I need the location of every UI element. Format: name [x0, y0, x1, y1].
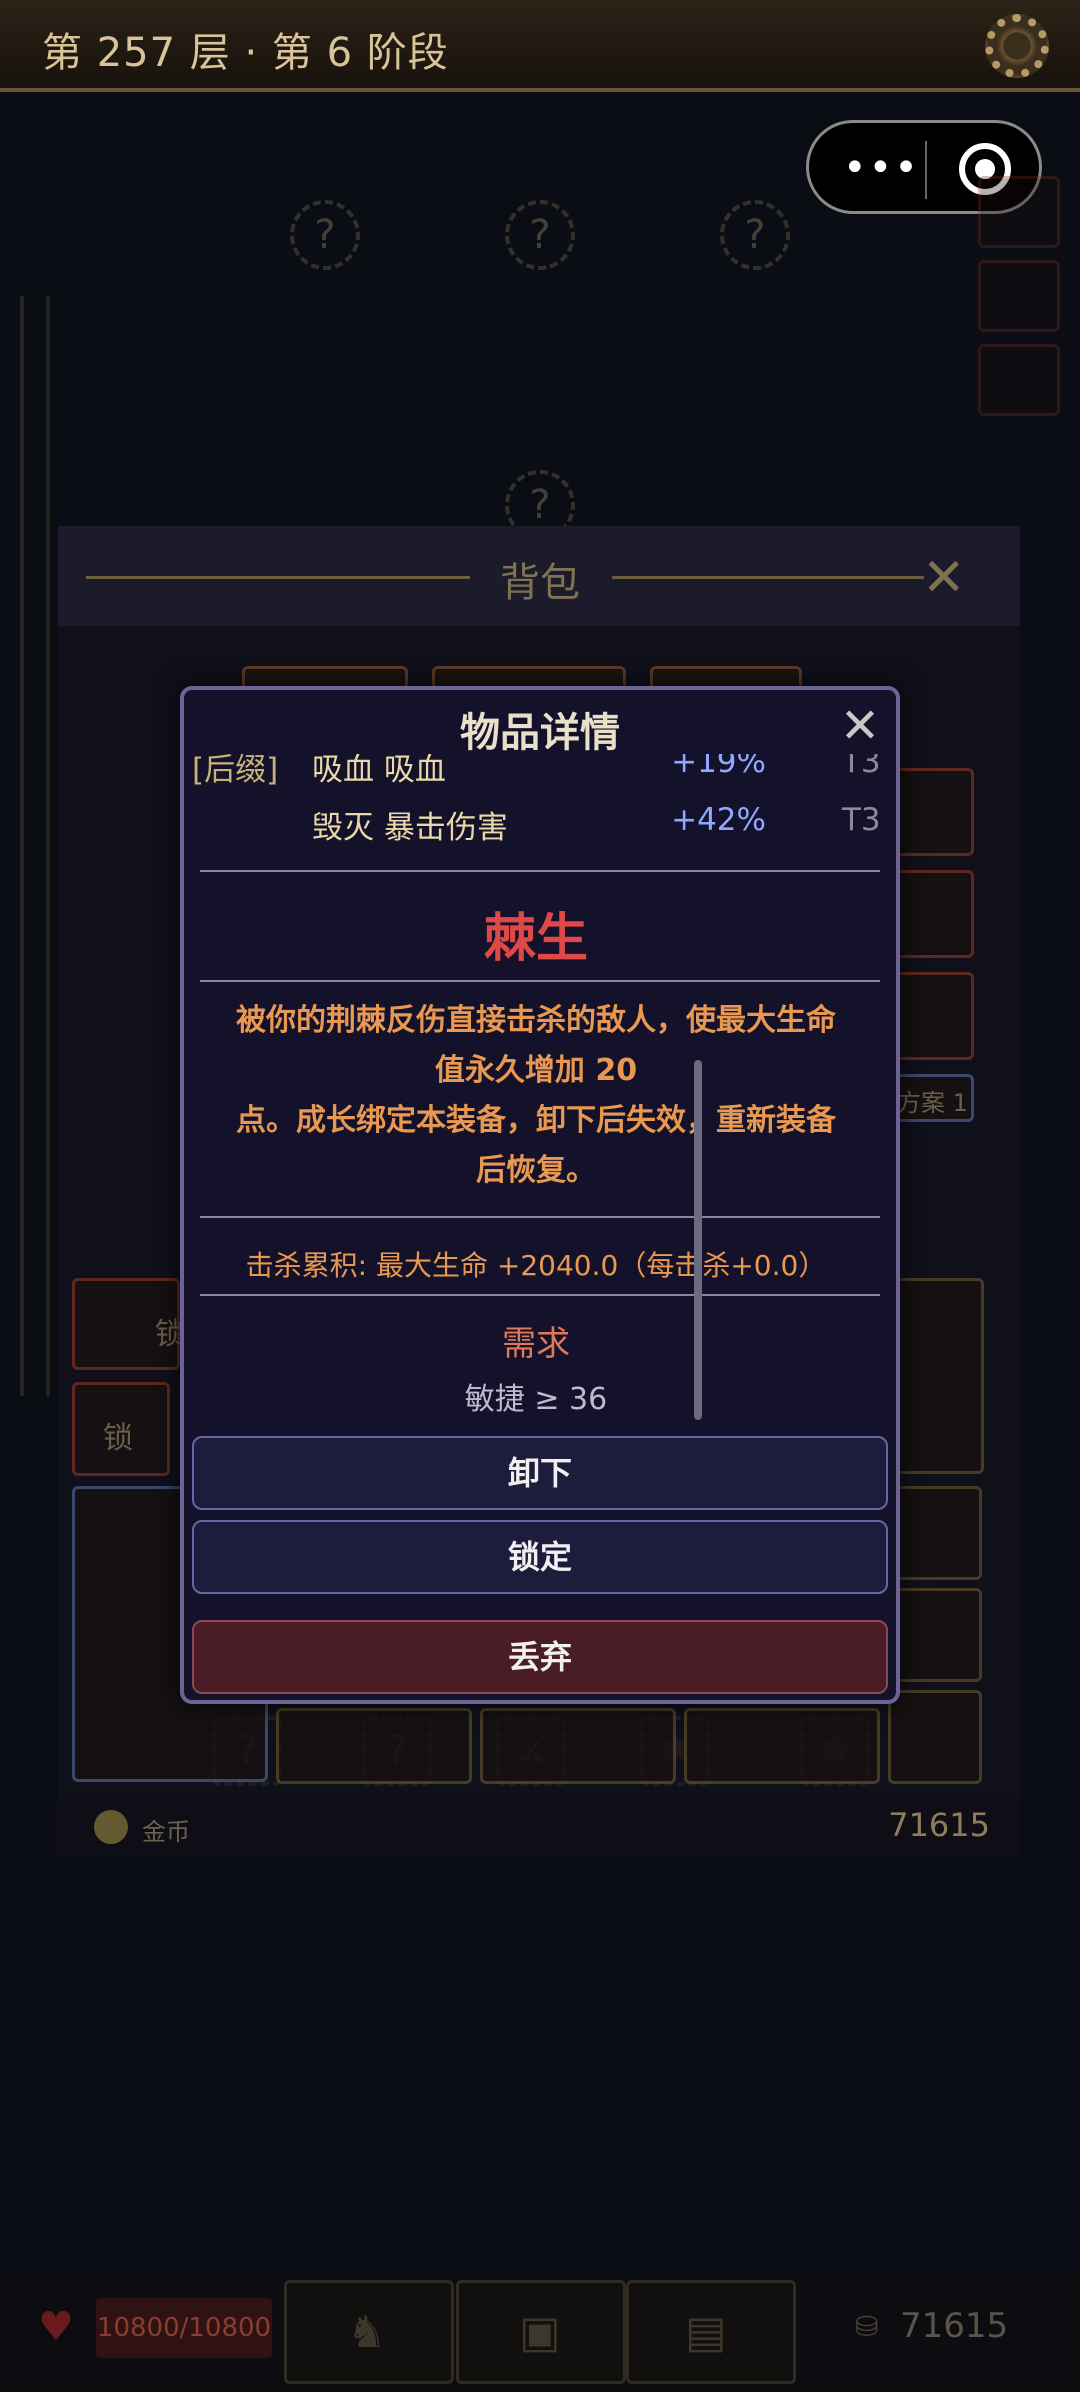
side-slot	[978, 344, 1060, 416]
gold-amount: 71615	[900, 2306, 1009, 2346]
unique-effect-name: 棘生	[483, 909, 588, 969]
character-icon: ♞	[347, 2307, 387, 2358]
currency-amount: 71615	[888, 1806, 990, 1844]
plan-tab[interactable]: 方案 1	[894, 1074, 974, 1122]
unknown-node-icon: ?	[505, 200, 575, 270]
modal-close-icon[interactable]: ✕	[830, 696, 890, 756]
helmet-slot[interactable]	[894, 1278, 984, 1474]
backpack-close-icon[interactable]: ✕	[922, 548, 966, 608]
inventory-slot[interactable]	[894, 768, 974, 856]
side-slot	[978, 260, 1060, 332]
equipment-slot[interactable]	[684, 1708, 880, 1784]
item-detail-scroll[interactable]: [后缀] 吸血 吸血 +19% T3 毁灭 暴击伤害 +42% T3 棘生 被你…	[192, 754, 880, 1478]
affix-tier: T3	[842, 754, 880, 780]
settings-gear-icon[interactable]	[985, 14, 1049, 78]
amulet-slot[interactable]	[888, 1690, 982, 1784]
divider	[200, 870, 880, 872]
inventory-slot[interactable]	[894, 870, 974, 958]
header-divider	[86, 576, 470, 579]
lock-label: 锁	[103, 1421, 133, 1456]
unique-description-line: 被你的荆棘反伤直接击杀的敌人，使最大生命	[236, 1003, 836, 1038]
unknown-node-icon: ?	[720, 200, 790, 270]
unknown-node-icon: ?	[290, 200, 360, 270]
affix-tag: [后缀]	[192, 754, 279, 788]
divider	[200, 980, 880, 982]
plan-label: 方案 1	[897, 1089, 968, 1117]
affix-name: 吸血 吸血	[312, 754, 446, 788]
scrollbar-track	[878, 754, 886, 1476]
equipment-slot[interactable]: 锁	[72, 1278, 185, 1370]
coin-icon	[94, 1810, 128, 1844]
affix-value: +19%	[671, 754, 766, 780]
affix-tier: T3	[842, 802, 880, 838]
ring-slot[interactable]	[888, 1486, 982, 1580]
affix-name: 毁灭 暴击伤害	[312, 810, 508, 846]
currency-label: 金币	[142, 1818, 190, 1846]
unique-description-line: 点。成长绑定本装备，卸下后失效，重新装备	[236, 1103, 836, 1138]
modal-title: 物品详情	[460, 710, 620, 756]
scrollbar-thumb[interactable]	[694, 1060, 702, 1420]
nav-codex-button[interactable]: ▤	[626, 2280, 796, 2384]
equipment-slot[interactable]: 锁	[72, 1382, 170, 1476]
progress-rail	[20, 296, 50, 1396]
lock-button[interactable]: 锁定	[192, 1520, 888, 1594]
gold-icon: ⛁	[855, 2310, 879, 2343]
header-divider	[612, 576, 924, 579]
ring-slot[interactable]	[888, 1588, 982, 1682]
unique-description-line: 值永久增加 20	[434, 1053, 638, 1088]
bag-icon: ▣	[519, 2307, 561, 2358]
unique-description-line: 后恢复。	[476, 1153, 596, 1188]
unequip-button[interactable]: 卸下	[192, 1436, 888, 1510]
affix-value: +42%	[671, 802, 766, 838]
floor-stage-title: 第 257 层 · 第 6 阶段	[42, 30, 449, 76]
nav-bag-button[interactable]: ▣	[456, 2280, 626, 2384]
divider	[200, 1216, 880, 1218]
divider	[200, 1294, 880, 1296]
top-bar: 第 257 层 · 第 6 阶段	[0, 0, 1080, 92]
heart-icon: ♥	[38, 2304, 74, 2350]
item-detail-modal: 物品详情 ✕ [后缀] 吸血 吸血 +19% T3 毁灭 暴击伤害 +42% T…	[180, 686, 900, 1704]
requirement-title: 需求	[502, 1324, 570, 1364]
nav-character-button[interactable]: ♞	[284, 2280, 454, 2384]
affix-row: 毁灭 暴击伤害 +42% T3	[192, 802, 880, 862]
equipment-slot[interactable]	[480, 1708, 676, 1784]
discard-button[interactable]: 丢弃	[192, 1620, 888, 1694]
equipment-slot[interactable]	[276, 1708, 472, 1784]
hp-counter: 10800/10800	[96, 2298, 272, 2358]
side-slot	[978, 176, 1060, 248]
kill-stack-counter: 击杀累积: 最大生命 +2040.0（每击杀+0.0）	[245, 1249, 827, 1282]
requirement-value: 敏捷 ≥ 36	[464, 1382, 608, 1417]
backpack-title: 背包	[500, 560, 580, 606]
affix-row: [后缀] 吸血 吸血 +19% T3	[192, 754, 880, 804]
inventory-slot[interactable]	[894, 972, 974, 1060]
book-icon: ▤	[685, 2307, 727, 2358]
